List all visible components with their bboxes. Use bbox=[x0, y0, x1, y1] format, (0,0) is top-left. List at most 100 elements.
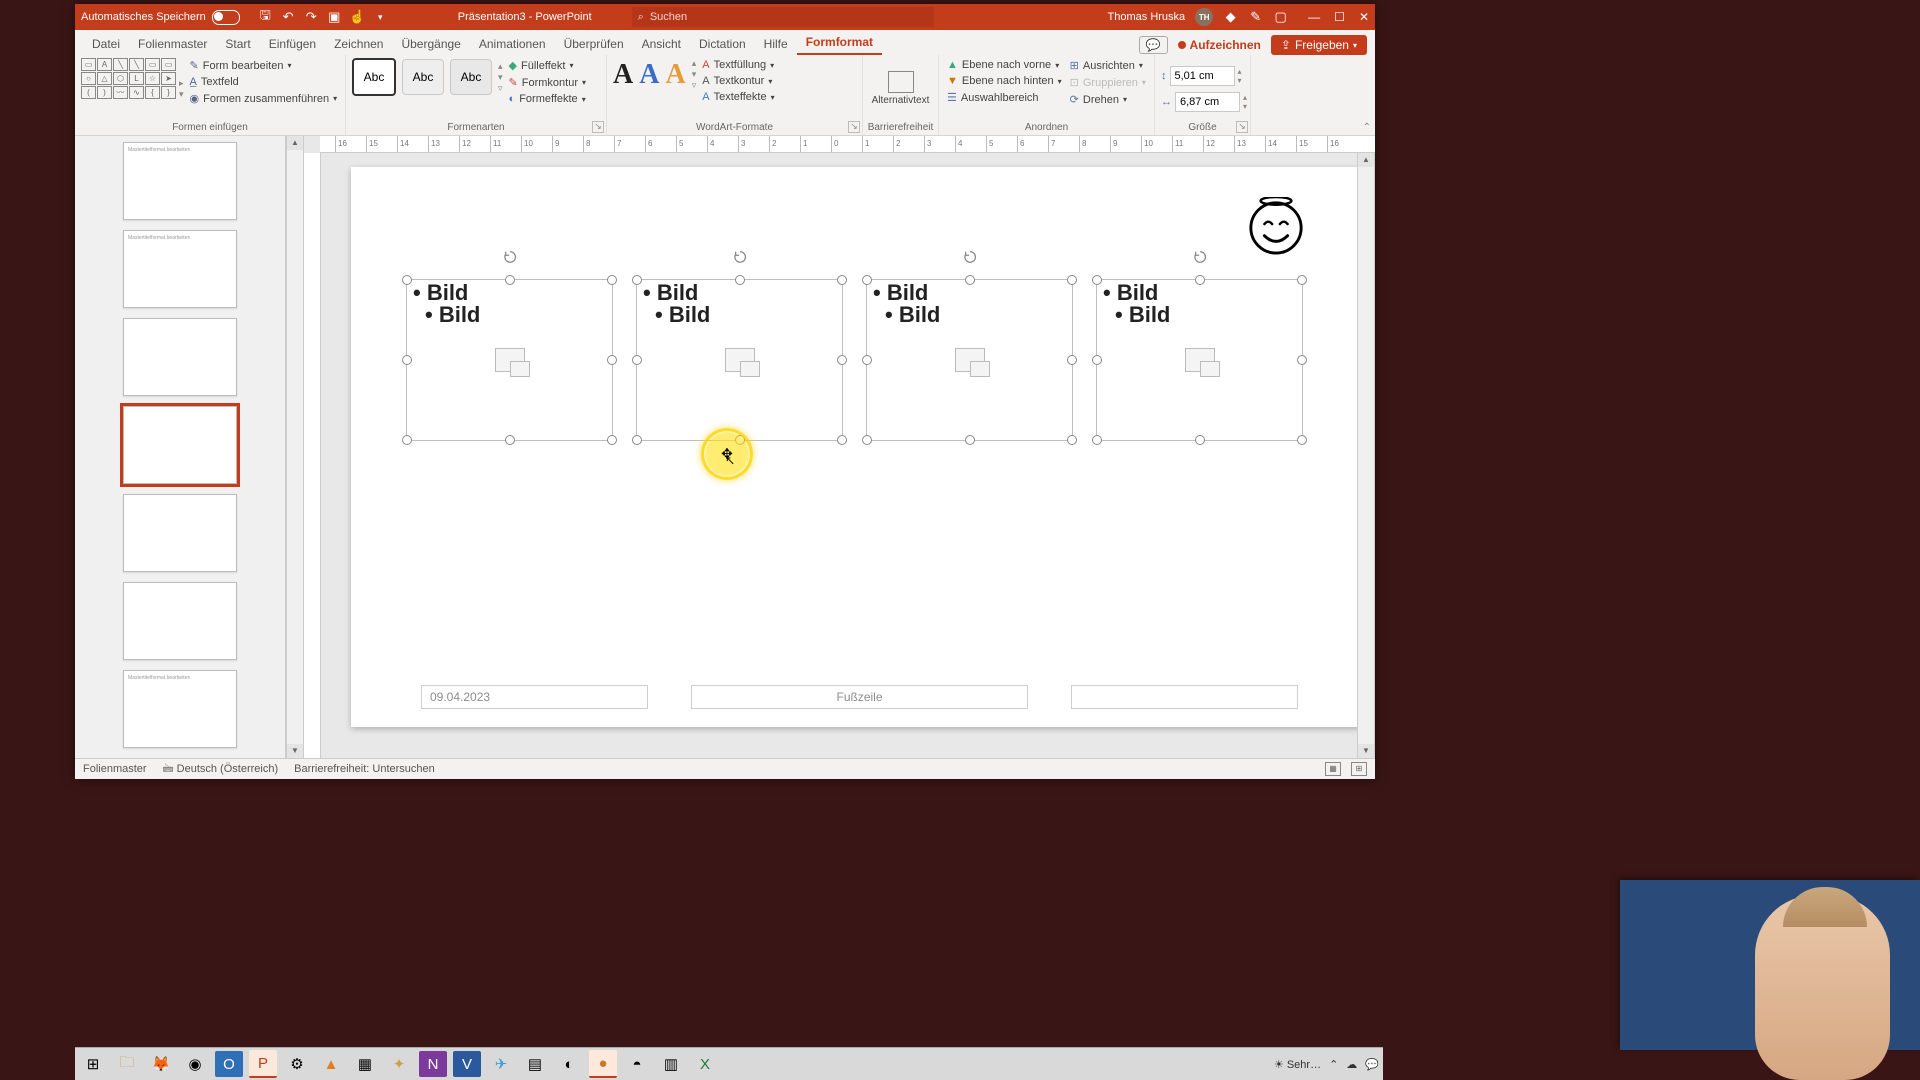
thumb-4[interactable] bbox=[123, 406, 237, 484]
height-input[interactable]: 5,01 cm bbox=[1170, 66, 1235, 86]
tab-ueberpruefen[interactable]: Überprüfen bbox=[555, 33, 633, 55]
status-lang[interactable]: 🖮 Deutsch (Österreich) bbox=[163, 760, 279, 779]
shape-gallery[interactable]: ▭A╲╲▭▭ ○△⬡L☆➤ ()〰∿{} bbox=[81, 58, 175, 98]
tab-animationen[interactable]: Animationen bbox=[470, 33, 555, 55]
search-input[interactable]: ⌕ Suchen bbox=[632, 7, 934, 27]
redo-icon[interactable]: ↷ bbox=[304, 10, 319, 25]
align-button[interactable]: ⊞Ausrichten▾ bbox=[1068, 58, 1148, 73]
tab-hilfe[interactable]: Hilfe bbox=[755, 33, 797, 55]
wordart-gallery[interactable]: A A A ▴▾▿ bbox=[613, 58, 696, 91]
tray-cloud-icon[interactable]: ☁ bbox=[1346, 1058, 1357, 1071]
rotate-button[interactable]: ⟳Drehen▾ bbox=[1068, 92, 1148, 107]
qat-more-icon[interactable]: ▾ bbox=[373, 10, 388, 25]
send-backward-button[interactable]: ▼Ebene nach hinten▾ bbox=[945, 74, 1064, 88]
thumb-6[interactable] bbox=[123, 582, 237, 660]
tray-chat-icon[interactable]: 💬 bbox=[1365, 1058, 1379, 1071]
effects-button[interactable]: ◐Formeffekte▾ bbox=[507, 92, 588, 106]
thumb-5[interactable] bbox=[123, 494, 237, 572]
bring-forward-button[interactable]: ▲Ebene nach vorne▾ bbox=[945, 58, 1064, 72]
weather-widget[interactable]: ☀ Sehr… bbox=[1274, 1058, 1321, 1071]
app-icon-2[interactable]: ▦ bbox=[351, 1051, 379, 1077]
touch-mode-icon[interactable]: ☝ bbox=[350, 10, 365, 25]
start-button[interactable]: ⊞ bbox=[79, 1051, 107, 1077]
thumb-7[interactable]: Mastertitelformat bearbeiten bbox=[123, 670, 237, 748]
width-input[interactable]: 6,87 cm bbox=[1175, 92, 1240, 112]
app-icon-5[interactable]: ◐ bbox=[555, 1051, 583, 1077]
slide-number-placeholder[interactable] bbox=[1071, 685, 1298, 709]
fill-button[interactable]: ◆Fülleffekt▾ bbox=[507, 58, 588, 73]
firefox-icon[interactable]: 🦊 bbox=[147, 1051, 175, 1077]
autosave-toggle[interactable]: Automatisches Speichern bbox=[81, 10, 240, 25]
image-placeholder[interactable]: • Bild• Bild bbox=[636, 279, 843, 441]
vlc-icon[interactable]: ▲ bbox=[317, 1051, 345, 1077]
tab-datei[interactable]: Datei bbox=[83, 33, 129, 55]
text-fill-button[interactable]: ATextfüllung▾ bbox=[700, 58, 776, 72]
textbox-button[interactable]: A̲Textfeld bbox=[188, 75, 340, 89]
tab-uebergaenge[interactable]: Übergänge bbox=[392, 33, 469, 55]
status-mode[interactable]: Folienmaster bbox=[83, 763, 147, 775]
text-effects-button[interactable]: ATexteffekte▾ bbox=[700, 90, 776, 104]
tab-formformat[interactable]: Formformat bbox=[797, 31, 882, 55]
tab-dictation[interactable]: Dictation bbox=[690, 33, 755, 55]
view-sorter-icon[interactable]: ⊞ bbox=[1351, 762, 1367, 776]
window-icon[interactable]: ▢ bbox=[1273, 10, 1288, 25]
tab-start[interactable]: Start bbox=[216, 33, 259, 55]
maximize-button[interactable]: ☐ bbox=[1334, 10, 1345, 24]
outlook-icon[interactable]: O bbox=[215, 1051, 243, 1077]
avatar[interactable]: TH bbox=[1195, 8, 1213, 26]
app-icon-4[interactable]: ▤ bbox=[521, 1051, 549, 1077]
app-icon-7[interactable]: ◓ bbox=[623, 1051, 651, 1077]
thumb-1[interactable]: Mastertitelformat bearbeiten bbox=[123, 142, 237, 220]
text-outline-button[interactable]: ATextkontur▾ bbox=[700, 74, 776, 88]
tab-einfuegen[interactable]: Einfügen bbox=[260, 33, 325, 55]
save-icon[interactable]: 🖫 bbox=[258, 10, 273, 25]
undo-icon[interactable]: ↶ bbox=[281, 10, 296, 25]
app-icon-3[interactable]: ✦ bbox=[385, 1051, 413, 1077]
outline-button[interactable]: ✎Formkontur▾ bbox=[507, 75, 588, 90]
alt-text-button[interactable]: Alternativtext bbox=[872, 71, 930, 106]
pen-icon[interactable]: ✎ bbox=[1248, 10, 1263, 25]
powerpoint-icon[interactable]: P bbox=[249, 1050, 277, 1078]
view-normal-icon[interactable]: ▦ bbox=[1325, 762, 1341, 776]
image-placeholder[interactable]: • Bild• Bild bbox=[1096, 279, 1303, 441]
tab-ansicht[interactable]: Ansicht bbox=[633, 33, 690, 55]
date-placeholder[interactable]: 09.04.2023 bbox=[421, 685, 648, 709]
app-icon-1[interactable]: ⚙ bbox=[283, 1051, 311, 1077]
telegram-icon[interactable]: ✈ bbox=[487, 1051, 515, 1077]
tab-folienmaster[interactable]: Folienmaster bbox=[129, 33, 216, 55]
dialog-launcher-wordart[interactable]: ↘ bbox=[848, 121, 860, 133]
app-icon-8[interactable]: ▥ bbox=[657, 1051, 685, 1077]
dialog-launcher-formenarten[interactable]: ↘ bbox=[592, 121, 604, 133]
comments-icon[interactable]: 💬 bbox=[1139, 36, 1168, 54]
app-icon-6[interactable]: ● bbox=[589, 1050, 617, 1078]
edit-shape-button[interactable]: ✎Form bearbeiten▾ bbox=[188, 58, 340, 73]
merge-shapes-button[interactable]: ◉Formen zusammenführen▾ bbox=[188, 91, 340, 106]
footer-placeholder[interactable]: Fußzeile bbox=[691, 685, 1028, 709]
close-button[interactable]: ✕ bbox=[1359, 10, 1369, 24]
thumbs-scrollbar[interactable]: ▲▼ bbox=[286, 136, 304, 758]
user-name[interactable]: Thomas Hruska bbox=[1108, 11, 1186, 23]
explorer-icon[interactable]: 🗀 bbox=[113, 1051, 141, 1077]
shape-styles-gallery[interactable]: Abc Abc Abc ▴▾▿ bbox=[352, 58, 503, 96]
record-button[interactable]: Aufzeichnen bbox=[1178, 38, 1261, 52]
selection-pane-button[interactable]: ☰Auswahlbereich bbox=[945, 90, 1064, 105]
tab-zeichnen[interactable]: Zeichnen bbox=[325, 33, 392, 55]
onenote-icon[interactable]: N bbox=[419, 1051, 447, 1077]
image-placeholder[interactable]: • Bild• Bild bbox=[406, 279, 613, 441]
diamond-icon[interactable]: ◆ bbox=[1223, 10, 1238, 25]
dialog-launcher-groesse[interactable]: ↘ bbox=[1236, 121, 1248, 133]
slide-canvas[interactable]: • Bild• Bild • Bild• Bild • Bild• Bild •… bbox=[351, 167, 1357, 727]
canvas-scrollbar[interactable]: ▲▼ bbox=[1357, 153, 1375, 758]
status-access[interactable]: Barrierefreiheit: Untersuchen bbox=[294, 763, 435, 775]
thumb-3[interactable] bbox=[123, 318, 237, 396]
thumb-2[interactable]: Mastertitelformat bearbeiten bbox=[123, 230, 237, 308]
image-placeholder[interactable]: • Bild• Bild bbox=[866, 279, 1073, 441]
from-beginning-icon[interactable]: ▣ bbox=[327, 10, 342, 25]
smiley-shape[interactable] bbox=[1247, 197, 1305, 255]
tray-expand-icon[interactable]: ⌃ bbox=[1329, 1058, 1338, 1071]
share-button[interactable]: ⇪Freigeben▾ bbox=[1271, 35, 1367, 55]
excel-icon[interactable]: X bbox=[691, 1051, 719, 1077]
chrome-icon[interactable]: ◉ bbox=[181, 1051, 209, 1077]
collapse-ribbon-icon[interactable]: ⌃ bbox=[1363, 122, 1371, 133]
visio-icon[interactable]: V bbox=[453, 1051, 481, 1077]
